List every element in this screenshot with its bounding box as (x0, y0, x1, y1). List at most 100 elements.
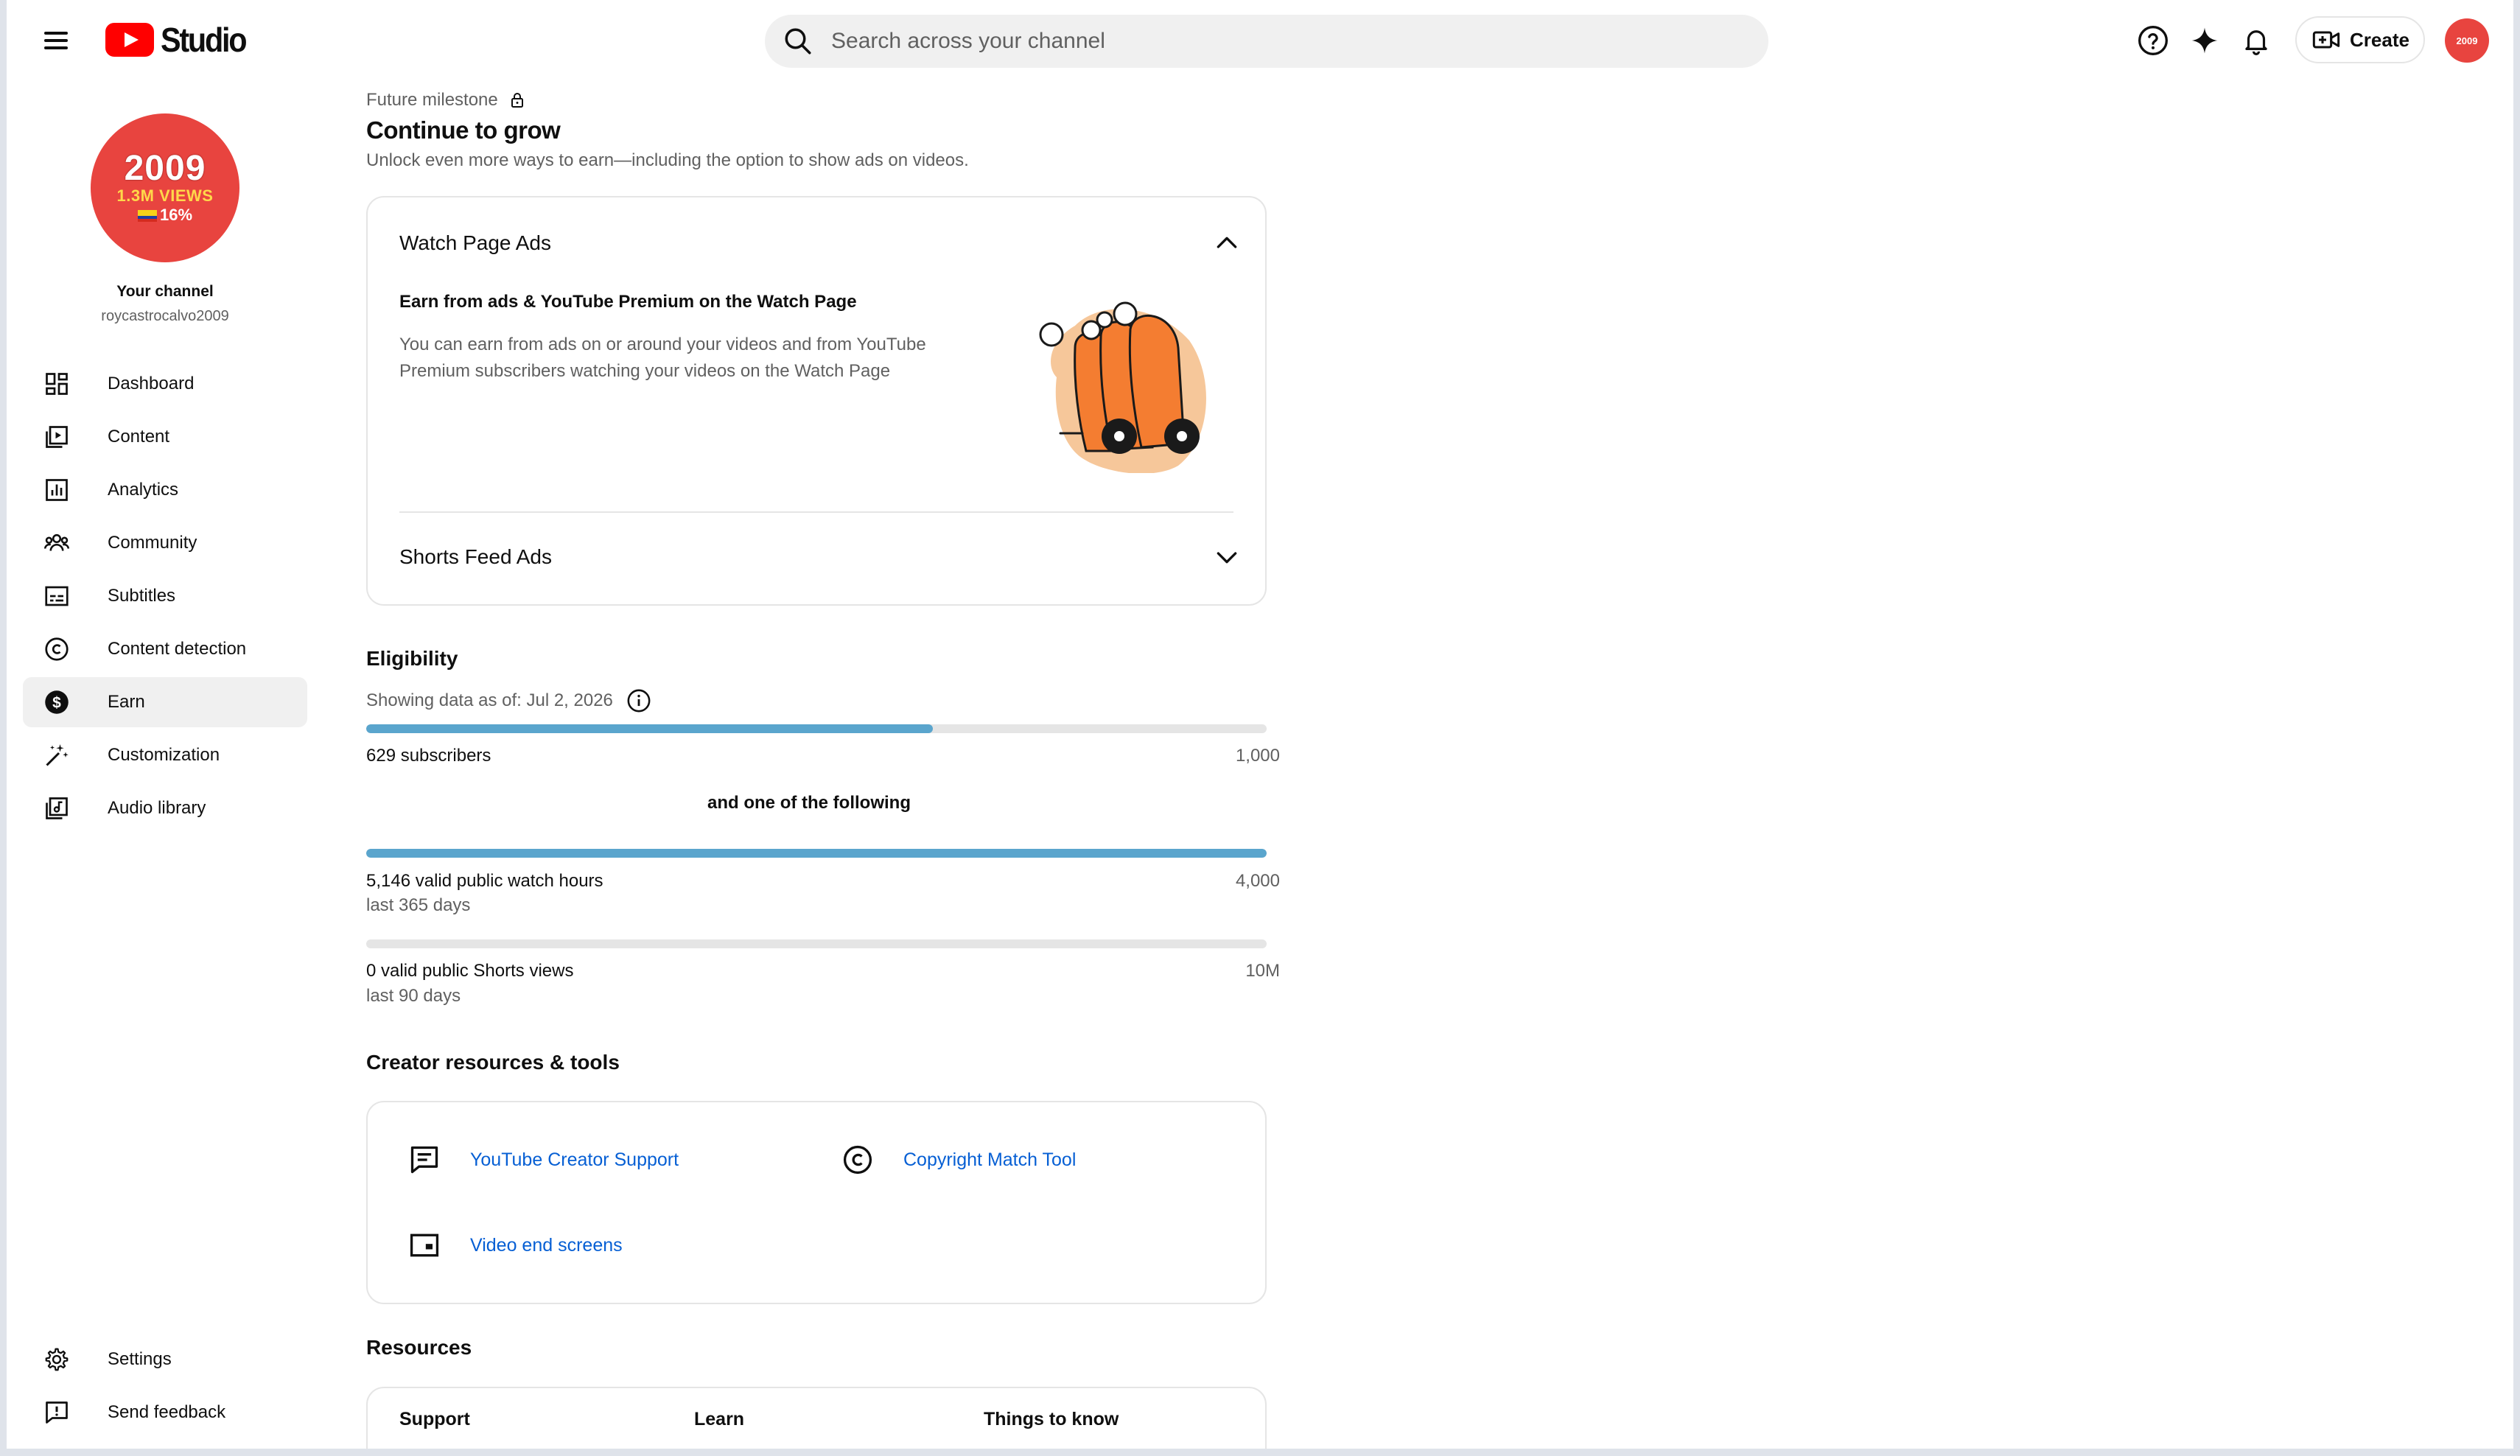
sidebar-item-label: Dashboard (108, 374, 195, 393)
search-icon[interactable] (783, 26, 813, 57)
search-input[interactable] (831, 29, 1642, 54)
dollar-icon: $ (45, 690, 69, 714)
end-screen-icon (410, 1233, 439, 1257)
ads-accordion-card: Watch Page Ads Earn from ads & YouTube P… (366, 196, 1267, 606)
sidebar-item-label: Earn (108, 692, 145, 712)
create-button[interactable]: Create (2295, 16, 2425, 63)
or-divider-text: and one of the following (707, 793, 911, 813)
copyright-match-label[interactable]: Copyright Match Tool (903, 1149, 1076, 1171)
sidebar-item-community[interactable]: Community (23, 518, 307, 568)
creator-resources-card: YouTube Creator Support Copyright Match … (366, 1101, 1267, 1304)
svg-text:$: $ (52, 695, 61, 712)
sidebar-item-subtitles[interactable]: Subtitles (23, 571, 307, 621)
resources-title: Resources (366, 1336, 472, 1359)
sidebar: 2009 1.3M VIEWS 16% Your channel roycast… (7, 81, 323, 1449)
sidebar-item-content[interactable]: Content (23, 412, 307, 462)
page-title: Continue to grow (366, 116, 561, 144)
watch-page-ads-description: You can earn from ads on or around your … (399, 335, 926, 381)
sidebar-item-send-feedback[interactable]: Send feedback (23, 1387, 307, 1438)
sidebar-item-label: Content (108, 427, 170, 447)
sidebar-item-label: Send feedback (108, 1402, 226, 1422)
subscribers-count: 629 subscribers (366, 746, 491, 766)
shorts-views-count: 0 valid public Shorts views (366, 961, 574, 981)
lock-icon (511, 93, 523, 108)
creator-support-link[interactable]: YouTube Creator Support (408, 1144, 679, 1176)
sidebar-item-label: Settings (108, 1349, 172, 1369)
eligibility-title: Eligibility (366, 647, 458, 670)
sidebar-item-audio-library[interactable]: Audio library (23, 783, 307, 833)
eligibility-date-text: Showing data as of: Jul 2, 2026 (366, 690, 613, 710)
channel-title: Your channel (116, 283, 214, 300)
resources-column-support[interactable]: Support (399, 1409, 470, 1430)
gear-icon (45, 1348, 69, 1371)
content-icon (46, 426, 68, 448)
top-bar: Studio Search across your channel Create… (7, 0, 2513, 81)
end-screens-link[interactable]: Video end screens (408, 1229, 623, 1261)
future-milestone-label: Future milestone (366, 90, 498, 110)
shorts-views-period: last 90 days (366, 986, 461, 1006)
sidebar-item-earn[interactable]: $ Earn (23, 677, 307, 727)
bell-icon[interactable] (2238, 22, 2275, 59)
flag-icon (137, 210, 157, 223)
resources-column-things-to-know[interactable]: Things to know (984, 1409, 1119, 1430)
sidebar-item-label: Community (108, 533, 197, 553)
studio-app: Studio Search across your channel Create… (7, 0, 2513, 1449)
menu-icon[interactable] (41, 26, 71, 55)
audio-library-icon (46, 797, 68, 819)
subscribers-target: 1,000 (1235, 746, 1280, 766)
watch-hours-count: 5,146 valid public watch hours (366, 871, 603, 891)
subtitles-icon (45, 586, 69, 606)
sparkle-icon[interactable] (2186, 22, 2223, 59)
studio-logo-text: Studio (161, 21, 248, 59)
community-icon (43, 533, 70, 551)
future-milestone: Future milestone (366, 90, 526, 111)
magic-wand-icon (46, 744, 69, 766)
channel-avatar[interactable]: 2009 1.3M VIEWS 16% (91, 113, 239, 262)
sidebar-item-analytics[interactable]: Analytics (23, 465, 307, 515)
video-add-icon (2312, 31, 2340, 49)
sidebar-item-label: Customization (108, 745, 220, 765)
studio-logo[interactable]: Studio (105, 21, 255, 59)
sidebar-item-dashboard[interactable]: Dashboard (23, 359, 307, 409)
shorts-views-target: 10M (1245, 961, 1280, 981)
analytics-icon (46, 479, 68, 501)
watch-hours-progress-bar (366, 849, 1267, 858)
end-screens-label[interactable]: Video end screens (470, 1235, 623, 1256)
chat-icon (410, 1146, 438, 1174)
account-avatar-text: 2009 (2456, 35, 2478, 46)
chevron-up-icon[interactable] (1212, 228, 1242, 258)
ads-cart-illustration (1039, 301, 1206, 473)
subscribers-progress-fill (366, 724, 933, 733)
search-bar[interactable] (765, 15, 1768, 68)
watch-hours-target: 4,000 (1235, 871, 1280, 891)
create-label: Create (2350, 28, 2409, 51)
account-avatar[interactable]: 2009 (2445, 18, 2489, 63)
watch-page-ads-header[interactable]: Watch Page Ads (399, 231, 551, 255)
sidebar-item-label: Audio library (108, 798, 206, 818)
shorts-feed-ads-header[interactable]: Shorts Feed Ads (399, 545, 552, 569)
avatar-views: 1.3M VIEWS (116, 186, 214, 205)
sidebar-item-content-detection[interactable]: Content detection (23, 624, 307, 674)
creator-support-label[interactable]: YouTube Creator Support (470, 1149, 679, 1171)
help-icon[interactable] (2135, 22, 2171, 59)
youtube-logo-icon (105, 23, 154, 57)
watch-hours-period: last 365 days (366, 895, 471, 915)
dashboard-icon (46, 373, 68, 395)
copyright-icon (843, 1145, 872, 1175)
sidebar-item-settings[interactable]: Settings (23, 1334, 307, 1385)
resources-column-learn[interactable]: Learn (694, 1409, 744, 1430)
feedback-icon (46, 1401, 68, 1424)
avatar-percent: 16% (159, 206, 193, 224)
shorts-views-progress-bar (366, 939, 1267, 948)
page-subtitle: Unlock even more ways to earn—including … (366, 150, 969, 170)
sidebar-item-label: Subtitles (108, 586, 176, 606)
channel-handle: roycastrocalvo2009 (101, 308, 229, 324)
copyright-match-link[interactable]: Copyright Match Tool (841, 1144, 1076, 1176)
sidebar-item-customization[interactable]: Customization (23, 730, 307, 780)
subscribers-progress-bar (366, 724, 1267, 733)
sidebar-item-label: Analytics (108, 480, 179, 500)
watch-hours-progress-fill (366, 849, 1267, 858)
chevron-down-icon[interactable] (1212, 542, 1242, 572)
accordion-divider (399, 511, 1233, 513)
info-icon[interactable] (626, 688, 651, 713)
